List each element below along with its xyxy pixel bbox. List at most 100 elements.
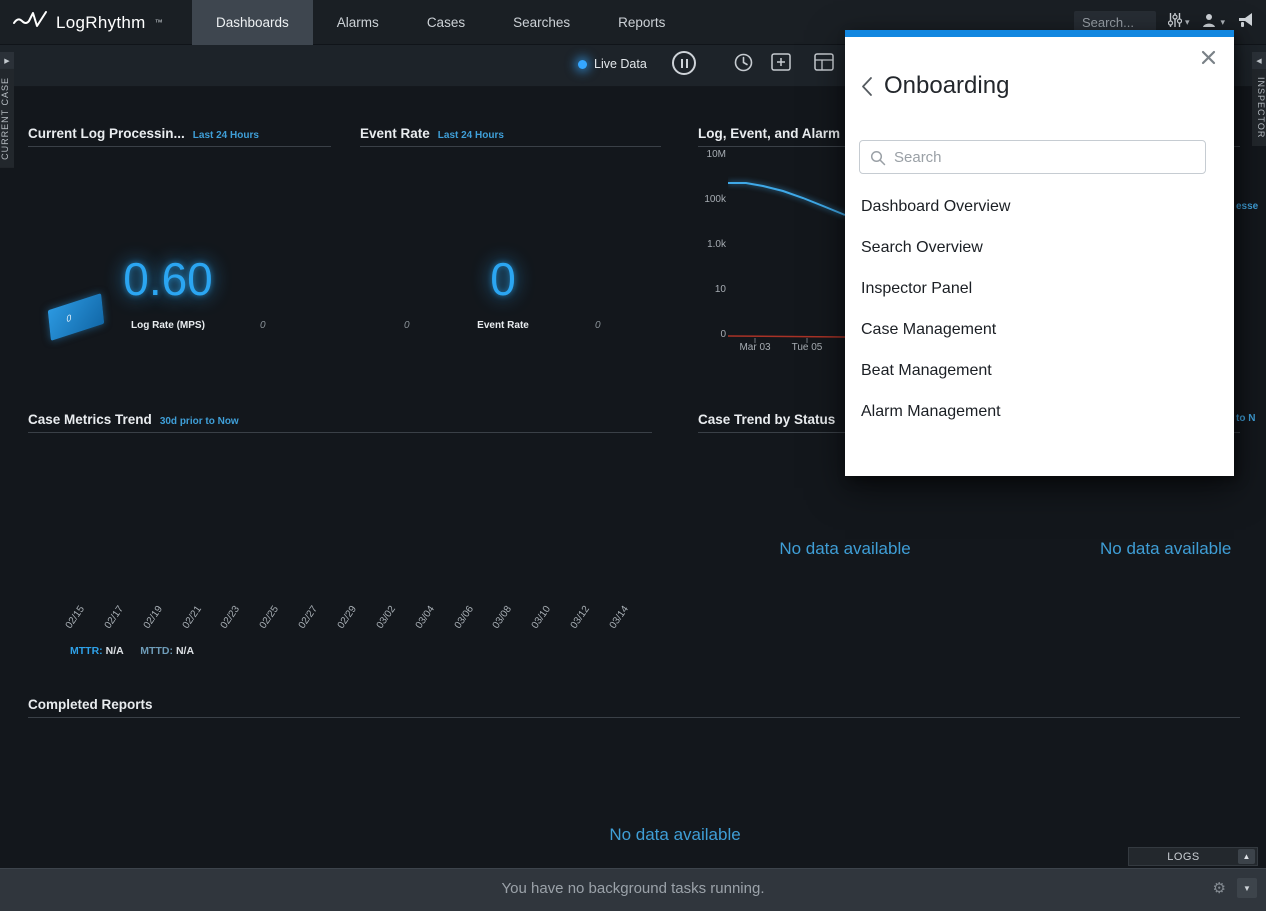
divider — [28, 432, 652, 433]
onboarding-item-inspector-panel[interactable]: Inspector Panel — [845, 268, 1234, 309]
close-icon — [1201, 50, 1216, 65]
logrhythm-app: LogRhythm ™ Dashboards Alarms Cases Sear… — [0, 0, 1266, 911]
date-tick-label: 02/21 — [172, 604, 204, 643]
x-tick-label: Tue 05 — [785, 342, 829, 353]
tab-reports[interactable]: Reports — [594, 0, 689, 45]
back-button[interactable] — [861, 76, 873, 97]
event-gauge-min-label: 0 — [404, 320, 410, 331]
live-data-label: Live Data — [594, 57, 647, 71]
onboarding-search-input[interactable] — [860, 141, 1205, 173]
inspector-label: INSPECTOR — [1252, 69, 1266, 146]
brand-name: LogRhythm — [56, 13, 146, 33]
save-layout-icon — [814, 53, 834, 71]
save-layout-button[interactable] — [814, 53, 834, 76]
onboarding-accent-bar — [845, 30, 1234, 37]
collapse-statusbar-button[interactable]: ▼ — [1237, 878, 1257, 898]
divider — [28, 717, 1240, 718]
gauge-max-label: 0 — [260, 320, 266, 331]
mttr-value: N/A — [106, 645, 124, 657]
y-tick-label: 100k — [688, 194, 726, 205]
announcements-button[interactable] — [1237, 12, 1256, 34]
event-rate-label: Event Rate — [436, 320, 570, 331]
current-case-label: CURRENT CASE — [0, 69, 14, 168]
date-tick-label: 02/25 — [249, 604, 281, 643]
divider — [360, 146, 661, 147]
onboarding-item-case-management[interactable]: Case Management — [845, 309, 1234, 350]
date-tick-label: 03/04 — [405, 604, 437, 643]
completed-reports-title: Completed Reports — [28, 697, 153, 712]
log-processing-range: Last 24 Hours — [193, 130, 259, 141]
live-data-indicator[interactable]: Live Data — [578, 45, 647, 83]
x-tick-label: Mar 03 — [733, 342, 777, 353]
status-bar: You have no background tasks running. ⚙ … — [0, 868, 1266, 911]
right-widget-no-data: No data available — [1100, 539, 1266, 559]
add-widget-button[interactable] — [771, 53, 791, 76]
background-tasks-status: You have no background tasks running. — [0, 880, 1266, 897]
log-rate-gauge: 0 — [48, 293, 104, 341]
event-gauge-max-label: 0 — [595, 320, 601, 331]
event-rate-title: Event RateLast 24 Hours — [360, 126, 504, 141]
logs-drawer-tab[interactable]: LOGS ▲ — [1128, 847, 1258, 866]
mttd-label: MTTD: — [140, 645, 173, 657]
triangle-up-icon: ▲ — [1243, 852, 1251, 861]
search-icon — [870, 150, 886, 171]
triangle-down-icon: ▼ — [1243, 884, 1251, 893]
date-tick-label: 02/27 — [288, 604, 320, 643]
time-range-button[interactable] — [734, 53, 753, 77]
range-fragment: to N — [1236, 413, 1255, 424]
expand-logs-button[interactable]: ▲ — [1238, 849, 1255, 864]
completed-reports-no-data: No data available — [560, 825, 790, 845]
tab-alarms[interactable]: Alarms — [313, 0, 403, 45]
log-processing-title: Current Log Processin...Last 24 Hours — [28, 126, 259, 141]
onboarding-item-alarm-management[interactable]: Alarm Management — [845, 391, 1234, 432]
tab-cases[interactable]: Cases — [403, 0, 489, 45]
gauge-min-label: 0 — [66, 312, 72, 324]
current-case-tab[interactable]: ▶ CURRENT CASE — [0, 52, 14, 168]
date-tick-label: 03/14 — [599, 604, 631, 643]
mttd-value: N/A — [176, 645, 194, 657]
onboarding-item-search-overview[interactable]: Search Overview — [845, 227, 1234, 268]
date-tick-label: 02/23 — [210, 604, 242, 643]
inspector-tab[interactable]: ◀ INSPECTOR — [1252, 52, 1266, 146]
log-rate-value: 0.60 — [98, 252, 238, 306]
expand-left-icon[interactable]: ◀ — [1252, 52, 1266, 69]
pause-button[interactable] — [672, 51, 696, 75]
case-metrics-title: Case Metrics Trend30d prior to Now — [28, 412, 239, 427]
y-tick-label: 0 — [688, 329, 726, 340]
onboarding-title: Onboarding — [884, 72, 1009, 100]
brand: LogRhythm ™ — [12, 0, 163, 45]
onboarding-panel: Onboarding Dashboard Overview Search Ove… — [845, 30, 1234, 476]
date-tick-label: 02/15 — [55, 604, 87, 643]
log-rate-label: Log Rate (MPS) — [98, 320, 238, 331]
case-metrics-range: 30d prior to Now — [160, 416, 239, 427]
tab-searches[interactable]: Searches — [489, 0, 594, 45]
event-rate-range: Last 24 Hours — [438, 130, 504, 141]
expand-right-icon[interactable]: ▶ — [0, 52, 14, 69]
date-tick-label: 03/02 — [366, 604, 398, 643]
y-tick-label: 10 — [688, 284, 726, 295]
chevron-left-icon — [861, 76, 873, 97]
logrhythm-logo-icon — [12, 9, 48, 36]
y-tick-label: 1.0k — [688, 239, 726, 250]
date-tick-label: 02/19 — [133, 604, 165, 643]
log-event-alarm-chart — [728, 150, 845, 345]
tab-dashboards[interactable]: Dashboards — [192, 0, 313, 45]
date-tick-label: 02/17 — [94, 604, 126, 643]
onboarding-item-dashboard-overview[interactable]: Dashboard Overview — [845, 186, 1234, 227]
date-tick-label: 03/08 — [482, 604, 514, 643]
case-trend-title: Case Trend by Status — [698, 412, 835, 427]
case-trend-no-data: No data available — [730, 539, 960, 559]
clock-icon — [734, 53, 753, 72]
date-tick-label: 03/10 — [521, 604, 553, 643]
megaphone-icon — [1237, 12, 1256, 34]
pause-icon — [681, 59, 683, 68]
live-data-dot-icon — [578, 60, 587, 69]
onboarding-header: Onboarding — [861, 72, 1009, 100]
onboarding-search — [859, 140, 1206, 174]
close-button[interactable] — [1201, 50, 1216, 70]
gear-icon[interactable]: ⚙ — [1213, 879, 1226, 897]
add-widget-icon — [771, 53, 791, 71]
onboarding-item-beat-management[interactable]: Beat Management — [845, 350, 1234, 391]
log-event-alarm-title: Log, Event, and Alarm — [698, 126, 840, 141]
mttr-label: MTTR: — [70, 645, 103, 657]
